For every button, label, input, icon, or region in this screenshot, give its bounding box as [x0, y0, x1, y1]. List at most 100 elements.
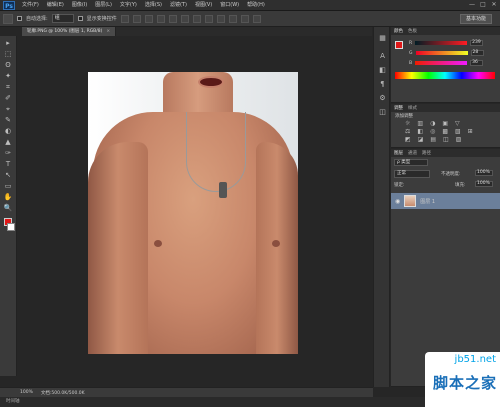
distribute-left-icon[interactable]	[228, 14, 237, 23]
hand-tool[interactable]: ✋	[3, 193, 14, 202]
color-balance-icon[interactable]: ◧	[417, 128, 423, 135]
path-select-tool[interactable]: ↖	[3, 171, 14, 180]
align-middle-icon[interactable]	[132, 14, 141, 23]
panel-foreground-swatch[interactable]	[395, 41, 403, 49]
menu-select[interactable]: 选择(S)	[141, 0, 166, 11]
move-tool-icon[interactable]	[3, 13, 13, 24]
move-tool[interactable]: ▸	[3, 39, 14, 48]
gradient-map-icon[interactable]: ▨	[456, 136, 462, 143]
brush-tool[interactable]: ✎	[3, 116, 14, 125]
threshold-icon[interactable]: ▤	[430, 136, 436, 143]
show-transform-checkbox[interactable]	[77, 16, 83, 21]
hue-saturation-icon[interactable]: ⚖	[405, 128, 410, 135]
brightness-icon[interactable]: ☼	[405, 120, 410, 127]
tab-color[interactable]: 颜色	[394, 28, 403, 34]
document-tab[interactable]: 轮廓.PNG @ 100% (图层 1, RGB/8) ×	[22, 27, 117, 36]
minimize-icon[interactable]: —	[468, 1, 476, 9]
color-lookup-icon[interactable]: ⊞	[468, 128, 473, 135]
marquee-tool[interactable]: ⬚	[3, 50, 14, 59]
lock-label: 锁定:	[394, 183, 405, 188]
tab-layers[interactable]: 图层	[394, 150, 403, 156]
layer-name[interactable]: 图层 1	[420, 198, 435, 205]
curves-icon[interactable]: ◑	[430, 120, 435, 127]
fill-field[interactable]: 100%	[475, 181, 493, 187]
invert-icon[interactable]: ◩	[405, 136, 411, 143]
pen-tool[interactable]: ✑	[3, 149, 14, 158]
swatches-icon[interactable]: ◫	[377, 107, 388, 117]
tab-swatches[interactable]: 色板	[408, 28, 417, 34]
background-color-swatch[interactable]	[6, 223, 15, 231]
close-icon[interactable]: ✕	[490, 1, 498, 9]
distribute-top-icon[interactable]	[192, 14, 201, 23]
character-icon[interactable]: A	[377, 51, 388, 61]
blue-slider[interactable]	[415, 61, 468, 65]
properties-icon[interactable]: ◧	[377, 65, 388, 75]
distribute-right-icon[interactable]	[252, 14, 261, 23]
blue-value-field[interactable]: 36	[470, 60, 484, 66]
tab-channels[interactable]: 通道	[408, 150, 417, 156]
tab-paths[interactable]: 路径	[422, 150, 431, 156]
document-image[interactable]	[88, 72, 298, 354]
zoom-level[interactable]: 100%	[20, 390, 33, 395]
distribute-bottom-icon[interactable]	[216, 14, 225, 23]
layer-kind-filter[interactable]: ρ 类型	[394, 159, 428, 166]
quick-select-tool[interactable]: ✦	[3, 72, 14, 81]
exposure-icon[interactable]: ▣	[442, 120, 448, 127]
red-slider[interactable]	[415, 41, 468, 45]
align-left-icon[interactable]	[156, 14, 165, 23]
paragraph-icon[interactable]: ¶	[377, 79, 388, 89]
menu-image[interactable]: 图像(I)	[68, 0, 91, 11]
menu-edit[interactable]: 编辑(E)	[43, 0, 68, 11]
menu-file[interactable]: 文件(F)	[18, 0, 43, 11]
timeline-tab[interactable]: 时间轴	[6, 399, 20, 404]
green-value-field[interactable]: 28	[470, 50, 484, 56]
menu-filter[interactable]: 滤镜(T)	[166, 0, 191, 11]
align-center-icon[interactable]	[168, 14, 177, 23]
align-top-icon[interactable]	[120, 14, 129, 23]
photo-filter-icon[interactable]: ▩	[442, 128, 448, 135]
tab-styles[interactable]: 样式	[408, 105, 417, 111]
lasso-tool[interactable]: ʘ	[3, 61, 14, 70]
zoom-tool[interactable]: 🔍	[3, 204, 14, 213]
tab-adjustments[interactable]: 调整	[394, 105, 403, 111]
tab-close-icon[interactable]: ×	[106, 29, 110, 34]
distribute-middle-icon[interactable]	[204, 14, 213, 23]
black-white-icon[interactable]: ◎	[430, 128, 435, 135]
posterize-icon[interactable]: ◪	[418, 136, 424, 143]
menu-layer[interactable]: 图层(L)	[91, 0, 116, 11]
menu-view[interactable]: 视图(V)	[191, 0, 216, 11]
red-value-field[interactable]: 239	[470, 40, 484, 46]
maximize-icon[interactable]: □	[479, 1, 487, 9]
eye-icon[interactable]: ◉	[395, 198, 400, 205]
workspace-button[interactable]: 基本功能	[459, 14, 492, 24]
green-slider[interactable]	[415, 51, 468, 55]
type-tool[interactable]: T	[3, 160, 14, 169]
opacity-field[interactable]: 100%	[475, 170, 493, 176]
auto-select-checkbox[interactable]	[17, 16, 22, 21]
history-icon[interactable]: ▦	[377, 33, 388, 43]
distribute-center-icon[interactable]	[240, 14, 249, 23]
layer-row[interactable]: ◉ 图层 1	[391, 193, 500, 209]
crop-tool[interactable]: ⌗	[3, 83, 14, 92]
vibrance-icon[interactable]: ▽	[455, 120, 460, 127]
opacity-label: 不透明度:	[441, 172, 461, 177]
channel-mixer-icon[interactable]: ▧	[455, 128, 461, 135]
color-spectrum-bar[interactable]	[395, 72, 495, 79]
menu-window[interactable]: 窗口(W)	[216, 0, 243, 11]
menu-type[interactable]: 文字(Y)	[116, 0, 141, 11]
layers-panel-tabs: 图层 通道 路径	[391, 149, 500, 157]
menu-help[interactable]: 帮助(H)	[243, 0, 269, 11]
align-bottom-icon[interactable]	[144, 14, 153, 23]
selective-color-icon[interactable]: ◫	[443, 136, 449, 143]
shape-tool[interactable]: ▭	[3, 182, 14, 191]
tool-presets-icon[interactable]: ⚙	[377, 93, 388, 103]
align-right-icon[interactable]	[180, 14, 189, 23]
green-channel-label: G	[409, 50, 413, 56]
sharpen-tool[interactable]: ▲	[3, 138, 14, 147]
dodge-tool[interactable]: ◐	[3, 127, 14, 136]
eyedropper-tool[interactable]: ✐	[3, 94, 14, 103]
healing-tool[interactable]: ⌖	[3, 105, 14, 114]
auto-select-dropdown[interactable]: 组	[51, 14, 74, 23]
levels-icon[interactable]: ▥	[417, 120, 423, 127]
blend-mode-dropdown[interactable]: 正常	[394, 170, 430, 178]
